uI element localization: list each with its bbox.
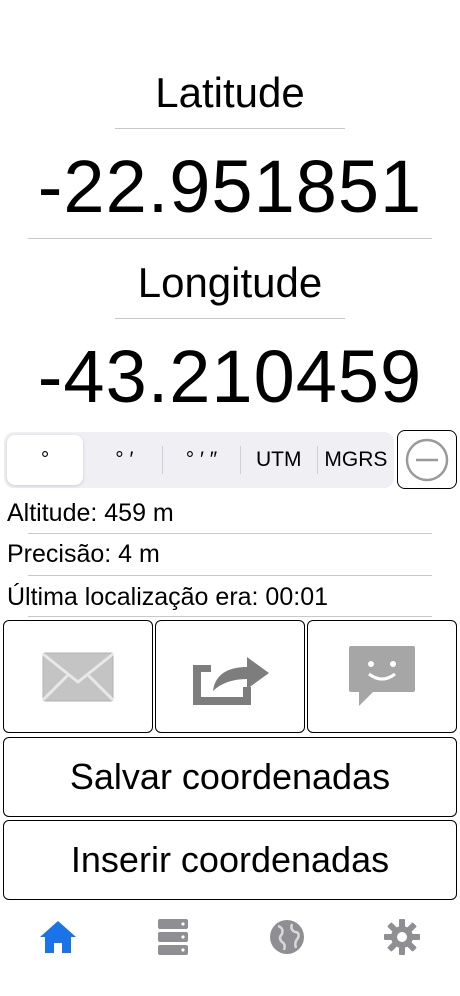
format-tab-degrees-minutes[interactable]: ° ′ [86,432,162,488]
tab-saved-list[interactable] [143,912,203,962]
message-icon [349,645,415,706]
longitude-label: Longitude [137,259,323,306]
divider [28,238,432,239]
email-button[interactable] [3,620,153,733]
latitude-label: Latitude [155,69,305,116]
divider [28,616,432,617]
minus-button[interactable] [397,430,457,489]
tab-home[interactable] [28,912,88,962]
latitude-label-underline [115,128,345,129]
mail-icon [42,652,114,701]
message-button[interactable] [307,620,457,733]
altitude-text: Altitude: 459 m [7,499,174,527]
share-button[interactable] [155,620,305,733]
list-icon [158,919,188,955]
globe-icon [270,920,304,954]
longitude-value: -43.210459 [37,335,423,418]
format-tab-mgrs[interactable]: MGRS [318,432,394,488]
divider [28,575,432,576]
minus-circle-icon [405,438,449,481]
insert-coordinates-button[interactable]: Inserir coordenadas [3,820,457,900]
share-icon [193,656,269,705]
tab-settings[interactable] [372,912,432,962]
format-tab-decimal-degrees[interactable]: ° [7,435,84,485]
gear-icon [384,919,420,955]
latitude-value: -22.951851 [37,145,423,228]
tab-map[interactable] [257,912,317,962]
format-tab-degrees-minutes-seconds[interactable]: ° ′ ″ [163,432,239,488]
format-tab-utm[interactable]: UTM [241,432,317,488]
divider [28,533,432,534]
home-icon [40,921,76,953]
last-location-text: Última localização era: 00:01 [7,583,328,611]
coordinate-format-segmented-control: ° ° ′ ° ′ ″ UTM MGRS [4,432,394,488]
tab-bar [0,902,460,996]
precision-text: Precisão: 4 m [7,540,160,568]
coordinates-screen: Latitude -22.951851 Longitude -43.210459… [0,0,460,996]
longitude-label-underline [115,318,345,319]
save-coordinates-button[interactable]: Salvar coordenadas [3,737,457,817]
